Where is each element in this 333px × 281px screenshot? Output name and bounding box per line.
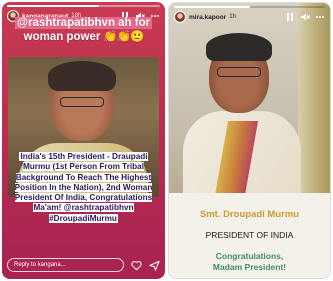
right-story[interactable]: mira.kapoor 1h Smt. Droupadi Murmu PRESI… — [168, 2, 331, 279]
avatar[interactable] — [174, 11, 186, 23]
story-caption: @rashtrapatibhvn ah for woman power 👏👏🙂 — [10, 16, 157, 44]
caption-emojis: 👏👏🙂 — [103, 31, 144, 43]
story-progress-fill — [7, 5, 99, 7]
president-name: Smt. Droupadi Murmu — [199, 209, 300, 220]
heart-icon[interactable] — [130, 259, 142, 271]
post-time: 1h — [229, 14, 236, 20]
caption-line-1: @rashtrapatibhvn ah for — [14, 17, 153, 29]
reply-input[interactable]: Reply to kangana... — [7, 258, 124, 272]
president-title: PRESIDENT OF INDIA — [205, 230, 294, 240]
username[interactable]: mira.kapoor — [189, 14, 226, 21]
congrats-line-2: Madam President! — [212, 262, 287, 272]
more-icon[interactable] — [314, 11, 326, 23]
pause-icon[interactable] — [284, 11, 296, 23]
send-icon[interactable] — [148, 259, 160, 271]
story-progress-bar — [7, 5, 160, 7]
story-progress-fill — [174, 6, 250, 8]
caption-line-2: woman power — [23, 31, 101, 43]
congrats-line-1: Congratulations, — [215, 251, 284, 261]
story-photo — [169, 3, 330, 193]
story-header: mira.kapoor 1h — [174, 10, 326, 24]
mute-icon[interactable] — [299, 11, 311, 23]
story-quote-text: India's 15th President - Draupadi Murmu … — [14, 152, 153, 223]
story-progress-bar — [174, 6, 325, 8]
left-story[interactable]: kanganaranaut 18h @rashtrapatibhvn ah fo… — [2, 2, 165, 279]
reply-bar: Reply to kangana... — [7, 257, 160, 273]
congratulations-text: Congratulations, Madam President! — [169, 251, 330, 273]
